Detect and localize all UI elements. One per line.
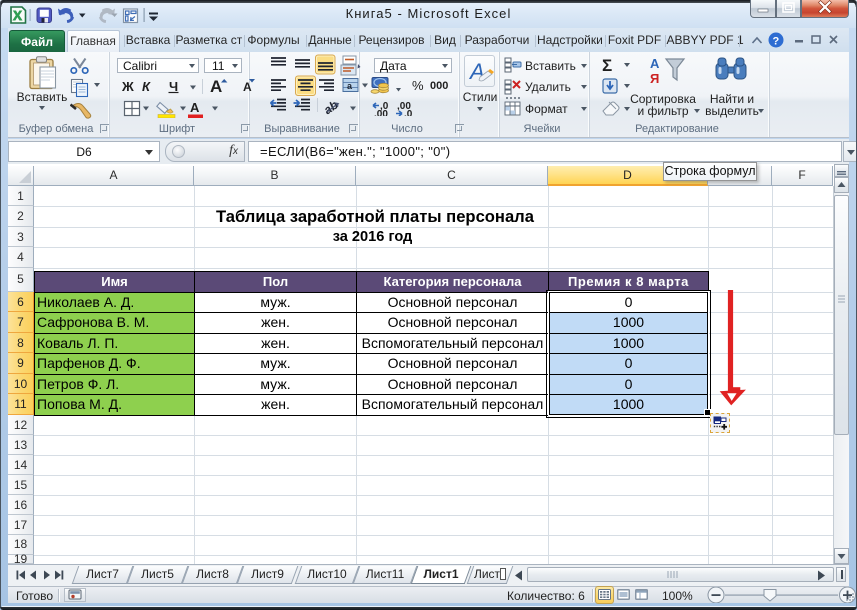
svg-text:%: % — [412, 78, 424, 93]
svg-text:,00: ,00 — [374, 109, 388, 116]
svg-text:Σ: Σ — [602, 56, 612, 75]
svg-text:А: А — [650, 56, 660, 71]
svg-text:К: К — [142, 79, 151, 94]
svg-text:ab: ab — [321, 98, 341, 118]
svg-text:A: A — [243, 80, 252, 94]
svg-text:Ч: Ч — [169, 79, 178, 94]
svg-text:A: A — [210, 78, 222, 96]
svg-text:,0: ,0 — [404, 109, 413, 116]
svg-text:Ж: Ж — [121, 79, 134, 94]
svg-text:A: A — [190, 100, 200, 115]
svg-text:Я: Я — [650, 71, 659, 85]
svg-text:?: ? — [773, 36, 780, 48]
svg-text:000: 000 — [430, 80, 448, 92]
